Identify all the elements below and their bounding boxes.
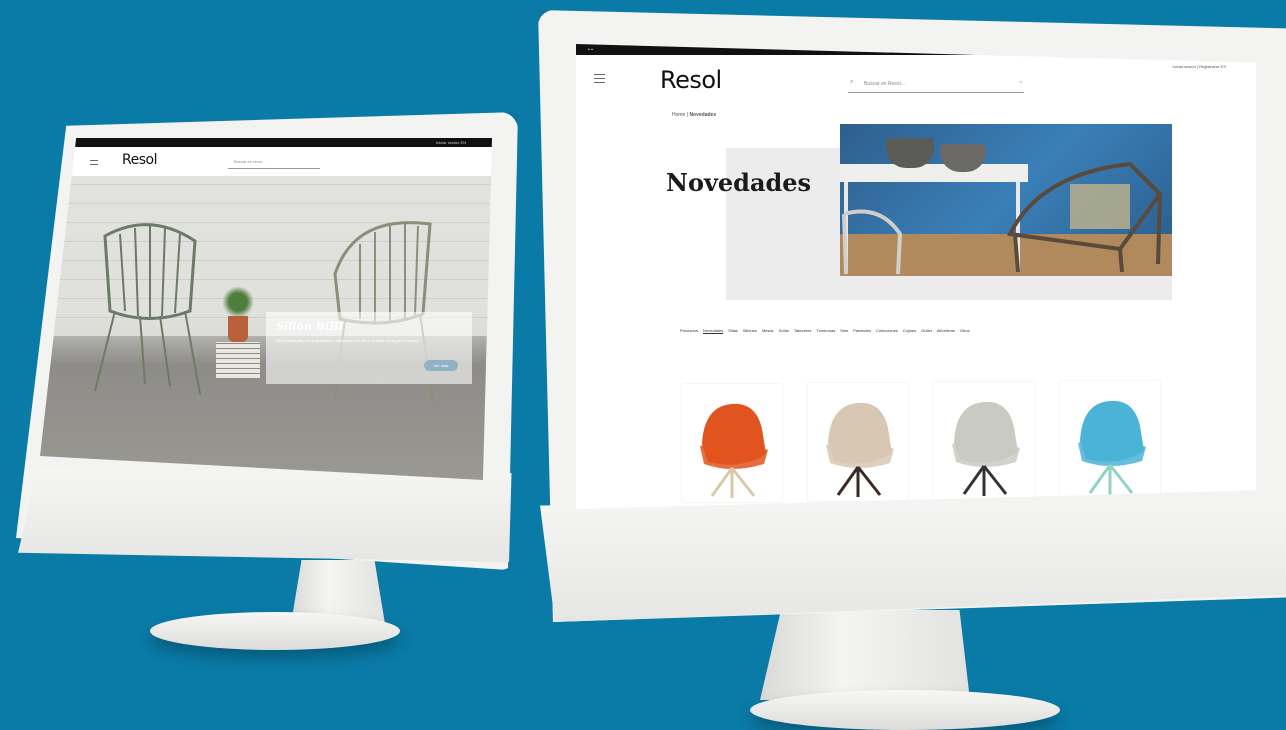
left-monitor-chin xyxy=(18,470,512,562)
tab-tumbonas[interactable]: Tumbonas xyxy=(816,328,835,334)
right-search-input[interactable]: ⌕ Buscar en Resol... × xyxy=(848,78,1024,93)
left-menu-icon[interactable] xyxy=(90,160,98,168)
hero-image xyxy=(840,124,1172,276)
left-logo[interactable]: Resol xyxy=(122,152,157,168)
left-hero-image: Sillón BiBI Sillón fabricado con polipro… xyxy=(40,176,492,480)
right-search-placeholder: Buscar en Resol... xyxy=(864,81,905,87)
right-topbar-account[interactable]: Iniciar sesión | Registrarse ES xyxy=(1172,64,1226,69)
breadcrumb: Home | Novedades xyxy=(672,112,716,118)
tab-outlet[interactable]: Outlet xyxy=(921,328,932,334)
tab-mesas[interactable]: Mesas xyxy=(762,328,774,334)
breadcrumb-separator: | xyxy=(686,112,689,118)
tab-cojines[interactable]: Cojines xyxy=(903,328,916,334)
breadcrumb-current: Novedades xyxy=(689,112,717,118)
left-search-placeholder: Buscar en resol... xyxy=(234,159,266,164)
tab-sillones[interactable]: Sillones xyxy=(743,328,757,334)
right-logo[interactable]: Resol xyxy=(660,66,722,94)
product-image-armchair-grey xyxy=(952,401,1020,496)
left-hero-button[interactable]: Ver más xyxy=(424,360,458,371)
left-hero-text: Sillón fabricado con polipropileno refor… xyxy=(276,338,420,343)
left-hero-title: Sillón BiBI xyxy=(276,320,344,333)
left-books xyxy=(216,342,260,378)
left-topbar: Iniciar sesión EN xyxy=(40,138,492,147)
tab-otros[interactable]: Otros xyxy=(960,328,970,334)
tab-alfombras[interactable]: Alfombras xyxy=(937,328,955,334)
product-image-armchair-blue xyxy=(1078,400,1146,495)
product-image-armchair-orange xyxy=(700,403,768,498)
hero-chair-left xyxy=(842,209,903,275)
hero-chair xyxy=(1006,161,1163,273)
product-card[interactable] xyxy=(1060,381,1160,499)
product-image-armchair-beige xyxy=(826,402,894,497)
left-topbar-account[interactable]: Iniciar sesión EN xyxy=(436,140,466,145)
tab-sets[interactable]: Sets xyxy=(840,328,848,334)
left-hero-card: Sillón BiBI Sillón fabricado con polipro… xyxy=(266,312,472,384)
tab-productos[interactable]: Productos xyxy=(680,328,698,334)
right-menu-icon[interactable] xyxy=(594,74,605,86)
tab-sillas[interactable]: Sillas xyxy=(728,328,738,334)
left-plant xyxy=(222,286,254,318)
tab-novedades[interactable]: Novedades xyxy=(703,328,724,334)
breadcrumb-home[interactable]: Home xyxy=(672,112,685,118)
right-topbar-social-icon[interactable]: ▪ ▪ xyxy=(588,47,593,53)
tab-taburetes[interactable]: Taburetes xyxy=(794,328,812,334)
right-monitor-foot xyxy=(750,690,1060,730)
page-title: Novedades xyxy=(666,168,812,197)
clear-icon[interactable]: × xyxy=(1019,80,1022,86)
product-card[interactable] xyxy=(808,383,908,501)
search-icon: ⌕ xyxy=(850,79,854,85)
tab-parasoles[interactable]: Parasoles xyxy=(853,328,871,334)
category-tabs: Productos Novedades Sillas Sillones Mesas Sof… xyxy=(680,328,970,334)
right-monitor-neck xyxy=(760,610,970,700)
left-monitor-screen: Iniciar sesión EN Resol Buscar en resol.… xyxy=(40,138,492,480)
left-chair-1 xyxy=(94,223,201,395)
tab-sofás[interactable]: Sofás xyxy=(779,328,789,334)
product-card[interactable] xyxy=(934,382,1034,500)
left-monitor-foot xyxy=(150,612,400,650)
tab-colecciones[interactable]: Colecciones xyxy=(876,328,898,334)
product-card[interactable] xyxy=(682,384,782,502)
left-search-input[interactable]: Buscar en resol... xyxy=(228,158,320,169)
right-monitor-chin xyxy=(540,498,1286,622)
left-pot xyxy=(228,316,248,342)
right-monitor-screen: ▪ ▪ Iniciar sesión | Registrarse ES Reso… xyxy=(576,44,1256,509)
